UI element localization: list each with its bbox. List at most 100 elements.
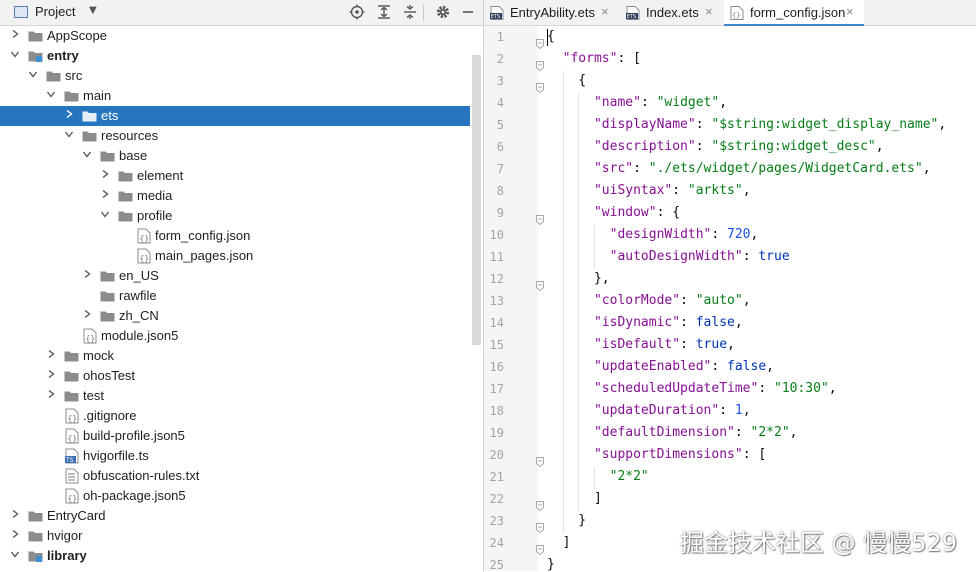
code-line[interactable]: "updateEnabled": false, <box>547 359 774 374</box>
tree-item-en-us[interactable]: en_US <box>0 266 470 286</box>
tree-item-appscope[interactable]: AppScope <box>0 26 470 46</box>
json-file-icon: {} <box>730 6 744 20</box>
code-token: true <box>695 337 728 352</box>
code-line[interactable]: "window": { <box>547 205 680 220</box>
fold-marker-icon[interactable] <box>536 540 544 556</box>
fold-marker-icon[interactable] <box>536 78 544 94</box>
chevron-down-icon[interactable] <box>11 50 19 58</box>
tree-item-main[interactable]: main <box>0 86 470 106</box>
tree-item-base[interactable]: base <box>0 146 470 166</box>
tree-item-test[interactable]: test <box>0 386 470 406</box>
code-line[interactable]: "isDynamic": false, <box>547 315 743 330</box>
fold-marker-icon[interactable] <box>536 34 544 50</box>
tree-item-resources[interactable]: resources <box>0 126 470 146</box>
code-line[interactable]: ] <box>547 491 602 506</box>
chevron-right-icon[interactable] <box>47 350 55 358</box>
code-line[interactable]: "scheduledUpdateTime": "10:30", <box>547 381 837 396</box>
close-icon[interactable]: × <box>846 4 854 19</box>
collapse-all-icon[interactable] <box>401 3 419 21</box>
tree-item-entry[interactable]: entry <box>0 46 470 66</box>
chevron-down-icon[interactable] <box>101 210 109 218</box>
tree-item-gitignore[interactable]: {} .gitignore <box>0 406 470 426</box>
code-line[interactable]: "name": "widget", <box>547 95 727 110</box>
chevron-down-icon[interactable] <box>65 130 73 138</box>
code-line[interactable]: } <box>547 557 555 572</box>
tree-item-oh-package-json5[interactable]: {} oh-package.json5 <box>0 486 470 506</box>
chevron-right-icon[interactable] <box>47 390 55 398</box>
project-panel-title[interactable]: Project <box>35 4 75 19</box>
fold-marker-icon[interactable] <box>536 452 544 468</box>
tree-item-obfuscation-rules-txt[interactable]: obfuscation-rules.txt <box>0 466 470 486</box>
code-line[interactable]: } <box>547 513 586 528</box>
svg-text:TS: TS <box>65 457 74 464</box>
code-line[interactable]: { <box>547 29 555 44</box>
folder-icon <box>100 290 115 302</box>
chevron-down-icon[interactable] <box>83 150 91 158</box>
expand-all-icon[interactable] <box>375 3 393 21</box>
code-token: "$string:widget_display_name" <box>711 117 939 132</box>
tree-item-build-profile-json5[interactable]: {} build-profile.json5 <box>0 426 470 446</box>
tree-item-ets[interactable]: ets <box>0 106 470 126</box>
chevron-right-icon[interactable] <box>101 170 109 178</box>
chevron-down-icon[interactable] <box>47 90 55 98</box>
chevron-right-icon[interactable] <box>11 30 19 38</box>
editor-tab-form-config-json[interactable]: {} form_config.json × <box>724 0 864 26</box>
tree-item-hvigorfile-ts[interactable]: TS hvigorfile.ts <box>0 446 470 466</box>
fold-marker-icon[interactable] <box>536 496 544 512</box>
fold-marker-icon[interactable] <box>536 56 544 72</box>
minimize-icon[interactable] <box>459 3 477 21</box>
editor-tab-entryability-ets[interactable]: ETS EntryAbility.ets × <box>484 0 619 26</box>
chevron-right-icon[interactable] <box>47 370 55 378</box>
tree-item-library[interactable]: library <box>0 546 470 566</box>
chevron-down-icon[interactable] <box>11 550 19 558</box>
code-line[interactable]: "displayName": "$string:widget_display_n… <box>547 117 946 132</box>
fold-marker-icon[interactable] <box>536 276 544 292</box>
module-folder-icon <box>28 50 43 62</box>
gear-icon[interactable] <box>434 3 452 21</box>
tree-item-element[interactable]: element <box>0 166 470 186</box>
tree-item-entrycard[interactable]: EntryCard <box>0 506 470 526</box>
tree-item-hvigor[interactable]: hvigor <box>0 526 470 546</box>
fold-marker-icon[interactable] <box>536 210 544 226</box>
chevron-down-icon[interactable] <box>29 70 37 78</box>
code-token: "defaultDimension" <box>593 425 735 440</box>
code-line[interactable]: "defaultDimension": "2*2", <box>547 425 798 440</box>
code-token: , <box>766 359 774 374</box>
chevron-right-icon[interactable] <box>11 530 19 538</box>
tree-item-main-pages-json[interactable]: {} main_pages.json <box>0 246 470 266</box>
code-line[interactable]: "supportDimensions": [ <box>547 447 766 462</box>
editor-tab-index-ets[interactable]: ETS Index.ets × <box>620 0 723 26</box>
code-line[interactable]: "src": "./ets/widget/pages/WidgetCard.et… <box>547 161 931 176</box>
tree-item-label: hvigor <box>47 528 83 543</box>
close-icon[interactable]: × <box>705 4 713 19</box>
tree-item-zh-cn[interactable]: zh_CN <box>0 306 470 326</box>
code-token: : <box>734 425 751 440</box>
close-icon[interactable]: × <box>601 4 609 19</box>
fold-marker-icon[interactable] <box>536 518 544 534</box>
chevron-right-icon[interactable] <box>65 110 73 118</box>
code-line[interactable]: { <box>547 73 586 88</box>
tree-item-module-json5[interactable]: {} module.json5 <box>0 326 470 346</box>
chevron-down-icon[interactable]: ▼ <box>89 5 97 16</box>
tree-item-src[interactable]: src <box>0 66 470 86</box>
tree-item-profile[interactable]: profile <box>0 206 470 226</box>
tree-item-rawfile[interactable]: rawfile <box>0 286 470 306</box>
chevron-right-icon[interactable] <box>83 310 91 318</box>
code-token: : <box>672 183 688 198</box>
chevron-right-icon[interactable] <box>101 190 109 198</box>
tree-item-form-config-json[interactable]: {} form_config.json <box>0 226 470 246</box>
code-line[interactable]: "description": "$string:widget_desc", <box>547 139 884 154</box>
locate-icon[interactable] <box>348 3 366 21</box>
chevron-right-icon[interactable] <box>83 270 91 278</box>
tree-item-media[interactable]: media <box>0 186 470 206</box>
code-line[interactable]: "autoDesignWidth": true <box>547 249 790 264</box>
tree-item-mock[interactable]: mock <box>0 346 470 366</box>
chevron-right-icon[interactable] <box>11 510 19 518</box>
code-token: "colorMode" <box>593 293 681 308</box>
code-line[interactable]: ] <box>547 535 571 550</box>
scrollbar-thumb[interactable] <box>472 55 481 345</box>
code-line[interactable]: "forms": [ <box>547 51 641 66</box>
code-line[interactable]: "isDefault": true, <box>547 337 735 352</box>
tree-item-ohostest[interactable]: ohosTest <box>0 366 470 386</box>
